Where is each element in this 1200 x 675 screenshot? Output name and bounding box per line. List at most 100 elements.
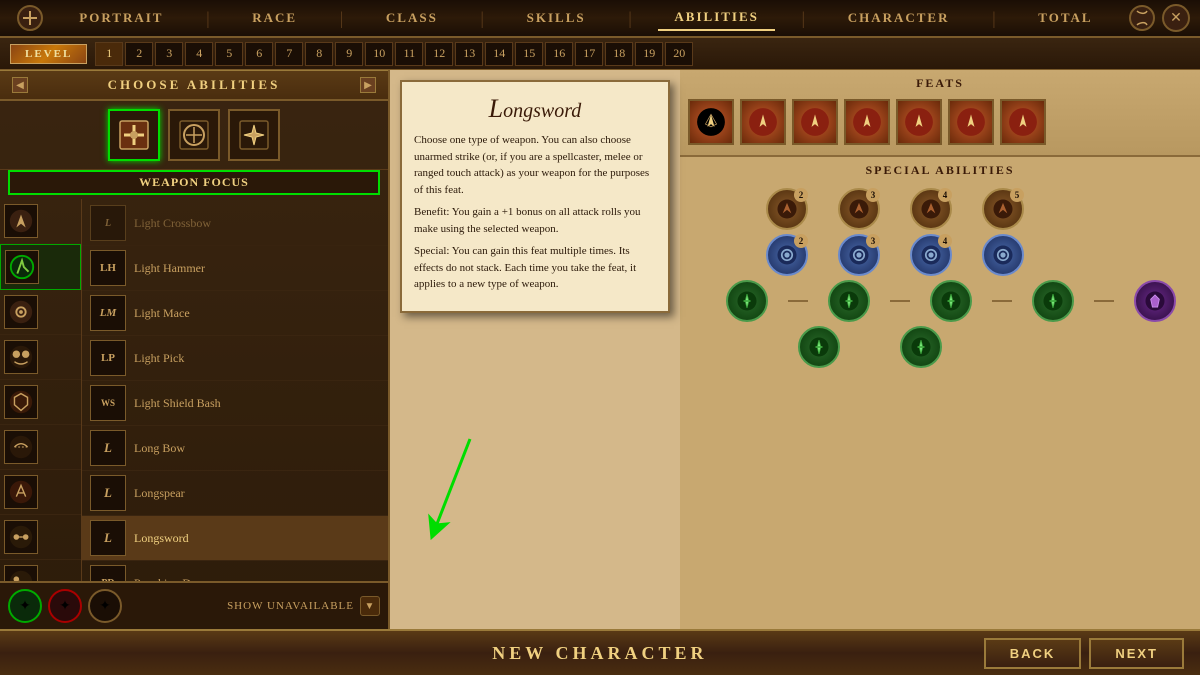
ability-icon-lightpick: LP: [90, 340, 126, 376]
level-19[interactable]: 19: [635, 42, 663, 66]
feat-slot-1[interactable]: [688, 99, 734, 145]
ability-item-lightcrossbow[interactable]: L Light Crossbow: [82, 201, 388, 246]
sidebar-item-alliedsp[interactable]: [0, 335, 81, 380]
sidebar-icon-coordina2: [4, 565, 38, 581]
special-abilities-header: SPECIAL ABILITIES: [680, 157, 1200, 178]
nav-class[interactable]: CLASS: [370, 6, 454, 30]
level-5[interactable]: 5: [215, 42, 243, 66]
ability-item-lightpick[interactable]: LP Light Pick: [82, 336, 388, 381]
level-bar: LEVEL 1 2 3 4 5 6 7 8 9 10 11 12 13 14 1…: [0, 38, 1200, 70]
feat-slot-3[interactable]: [792, 99, 838, 145]
level-10[interactable]: 10: [365, 42, 393, 66]
nav-portrait[interactable]: PORTRAIT: [63, 6, 179, 30]
sidebar-item-blindfig[interactable]: [0, 425, 81, 470]
feat-slot-7[interactable]: [1000, 99, 1046, 145]
back-button[interactable]: BACK: [984, 638, 1082, 669]
sidebar-item-coordina1[interactable]: [0, 515, 81, 560]
panel-arrow-right[interactable]: ▶: [360, 77, 376, 93]
grid-node-blue-3[interactable]: 4: [910, 234, 952, 276]
accept-icon-button[interactable]: ✦: [8, 589, 42, 623]
nav-sep-1: |: [206, 8, 210, 29]
grid-node-brown-4[interactable]: 5: [982, 188, 1024, 230]
level-1[interactable]: 1: [95, 42, 123, 66]
ability-item-punchingdagger[interactable]: PD Punching Dagger: [82, 561, 388, 581]
sidebar-item-armorfo[interactable]: [0, 380, 81, 425]
feat-slot-4[interactable]: [844, 99, 890, 145]
sidebar-item-pointbla[interactable]: [0, 199, 81, 244]
grid-node-purple-1[interactable]: [1134, 280, 1176, 322]
level-2[interactable]: 2: [125, 42, 153, 66]
sidebar-item-combatr[interactable]: [0, 470, 81, 515]
level-12[interactable]: 12: [425, 42, 453, 66]
reject-icon-button[interactable]: ✦: [48, 589, 82, 623]
grid-node-sword-4[interactable]: [1032, 280, 1074, 322]
grid-node-blue-2[interactable]: 3: [838, 234, 880, 276]
feat-slot-2[interactable]: [740, 99, 786, 145]
level-3[interactable]: 3: [155, 42, 183, 66]
ability-item-longbow[interactable]: L Long Bow: [82, 426, 388, 471]
level-17[interactable]: 17: [575, 42, 603, 66]
connector-3: [992, 300, 1012, 302]
grid-node-blue-1[interactable]: 2: [766, 234, 808, 276]
grid-node-sword-1[interactable]: [726, 280, 768, 322]
grid-node-sword-sub-1[interactable]: [798, 326, 840, 368]
bottom-icons: ✦ ✦ ✦: [8, 589, 122, 623]
level-6[interactable]: 6: [245, 42, 273, 66]
feats-section: FEATS: [680, 70, 1200, 157]
level-11[interactable]: 11: [395, 42, 423, 66]
special-abilities-section: SPECIAL ABILITIES 2 3: [680, 157, 1200, 629]
nav-skills[interactable]: SKILLS: [511, 6, 602, 30]
level-15[interactable]: 15: [515, 42, 543, 66]
close-button[interactable]: ✕: [1162, 4, 1190, 32]
panel-header: ◀ CHOOSE ABILITIES ▶: [0, 70, 388, 101]
nav-items: PORTRAIT | RACE | CLASS | SKILLS | ABILI…: [50, 5, 1122, 31]
ability-grid-row-2: 2 3: [686, 234, 1194, 276]
level-16[interactable]: 16: [545, 42, 573, 66]
sidebar-item-alertness[interactable]: [0, 290, 81, 335]
ability-item-lightmace[interactable]: LM Light Mace: [82, 291, 388, 336]
nav-total[interactable]: TOTAL: [1022, 6, 1108, 30]
level-13[interactable]: 13: [455, 42, 483, 66]
panel-arrow-left[interactable]: ◀: [12, 77, 28, 93]
feat-cat-magic[interactable]: [228, 109, 280, 161]
ability-item-longspear[interactable]: L Longspear: [82, 471, 388, 516]
grid-node-sword-sub-2[interactable]: [900, 326, 942, 368]
ability-item-lightshieldbash[interactable]: WS Light Shield Bash: [82, 381, 388, 426]
grid-node-brown-3[interactable]: 4: [910, 188, 952, 230]
level-18[interactable]: 18: [605, 42, 633, 66]
tooltip-box: Longsword Choose one type of weapon. You…: [400, 80, 670, 313]
grid-node-brown-1[interactable]: 2: [766, 188, 808, 230]
sidebar-item-weaponf[interactable]: [0, 244, 81, 290]
grid-node-sword-3[interactable]: [930, 280, 972, 322]
tooltip-para-3: Special: You can gain this feat multiple…: [414, 243, 656, 293]
grid-node-blue-num-2: 3: [866, 234, 880, 248]
grid-node-brown-2[interactable]: 3: [838, 188, 880, 230]
level-20[interactable]: 20: [665, 42, 693, 66]
level-14[interactable]: 14: [485, 42, 513, 66]
show-unavailable-dropdown[interactable]: ▼: [360, 596, 380, 616]
feat-cat-general[interactable]: [108, 109, 160, 161]
nav-race[interactable]: RACE: [236, 6, 313, 30]
level-4[interactable]: 4: [185, 42, 213, 66]
ability-icon-longbow: L: [90, 430, 126, 466]
grid-node-sword-2[interactable]: [828, 280, 870, 322]
grid-node-blue-4[interactable]: [982, 234, 1024, 276]
level-7[interactable]: 7: [275, 42, 303, 66]
nav-abilities[interactable]: ABILITIES: [658, 5, 774, 31]
next-button[interactable]: NEXT: [1089, 638, 1184, 669]
sidebar-item-coordina2[interactable]: [0, 560, 81, 581]
ability-item-longsword[interactable]: L Longsword: [82, 516, 388, 561]
feat-slot-5[interactable]: [896, 99, 942, 145]
level-9[interactable]: 9: [335, 42, 363, 66]
feat-slot-6[interactable]: [948, 99, 994, 145]
level-8[interactable]: 8: [305, 42, 333, 66]
tooltip-para-1: Choose one type of weapon. You can also …: [414, 132, 656, 198]
ability-icon-punchingdagger: PD: [90, 565, 126, 581]
ability-icon-longspear: L: [90, 475, 126, 511]
ability-name-lightshieldbash: Light Shield Bash: [134, 396, 380, 411]
ability-item-lighthammer[interactable]: LH Light Hammer: [82, 246, 388, 291]
feat-cat-combat[interactable]: [168, 109, 220, 161]
nav-character[interactable]: CHARACTER: [832, 6, 966, 30]
show-unavailable-toggle[interactable]: SHOW UNAVAILABLE ▼: [227, 596, 380, 616]
info-icon-button[interactable]: ✦: [88, 589, 122, 623]
